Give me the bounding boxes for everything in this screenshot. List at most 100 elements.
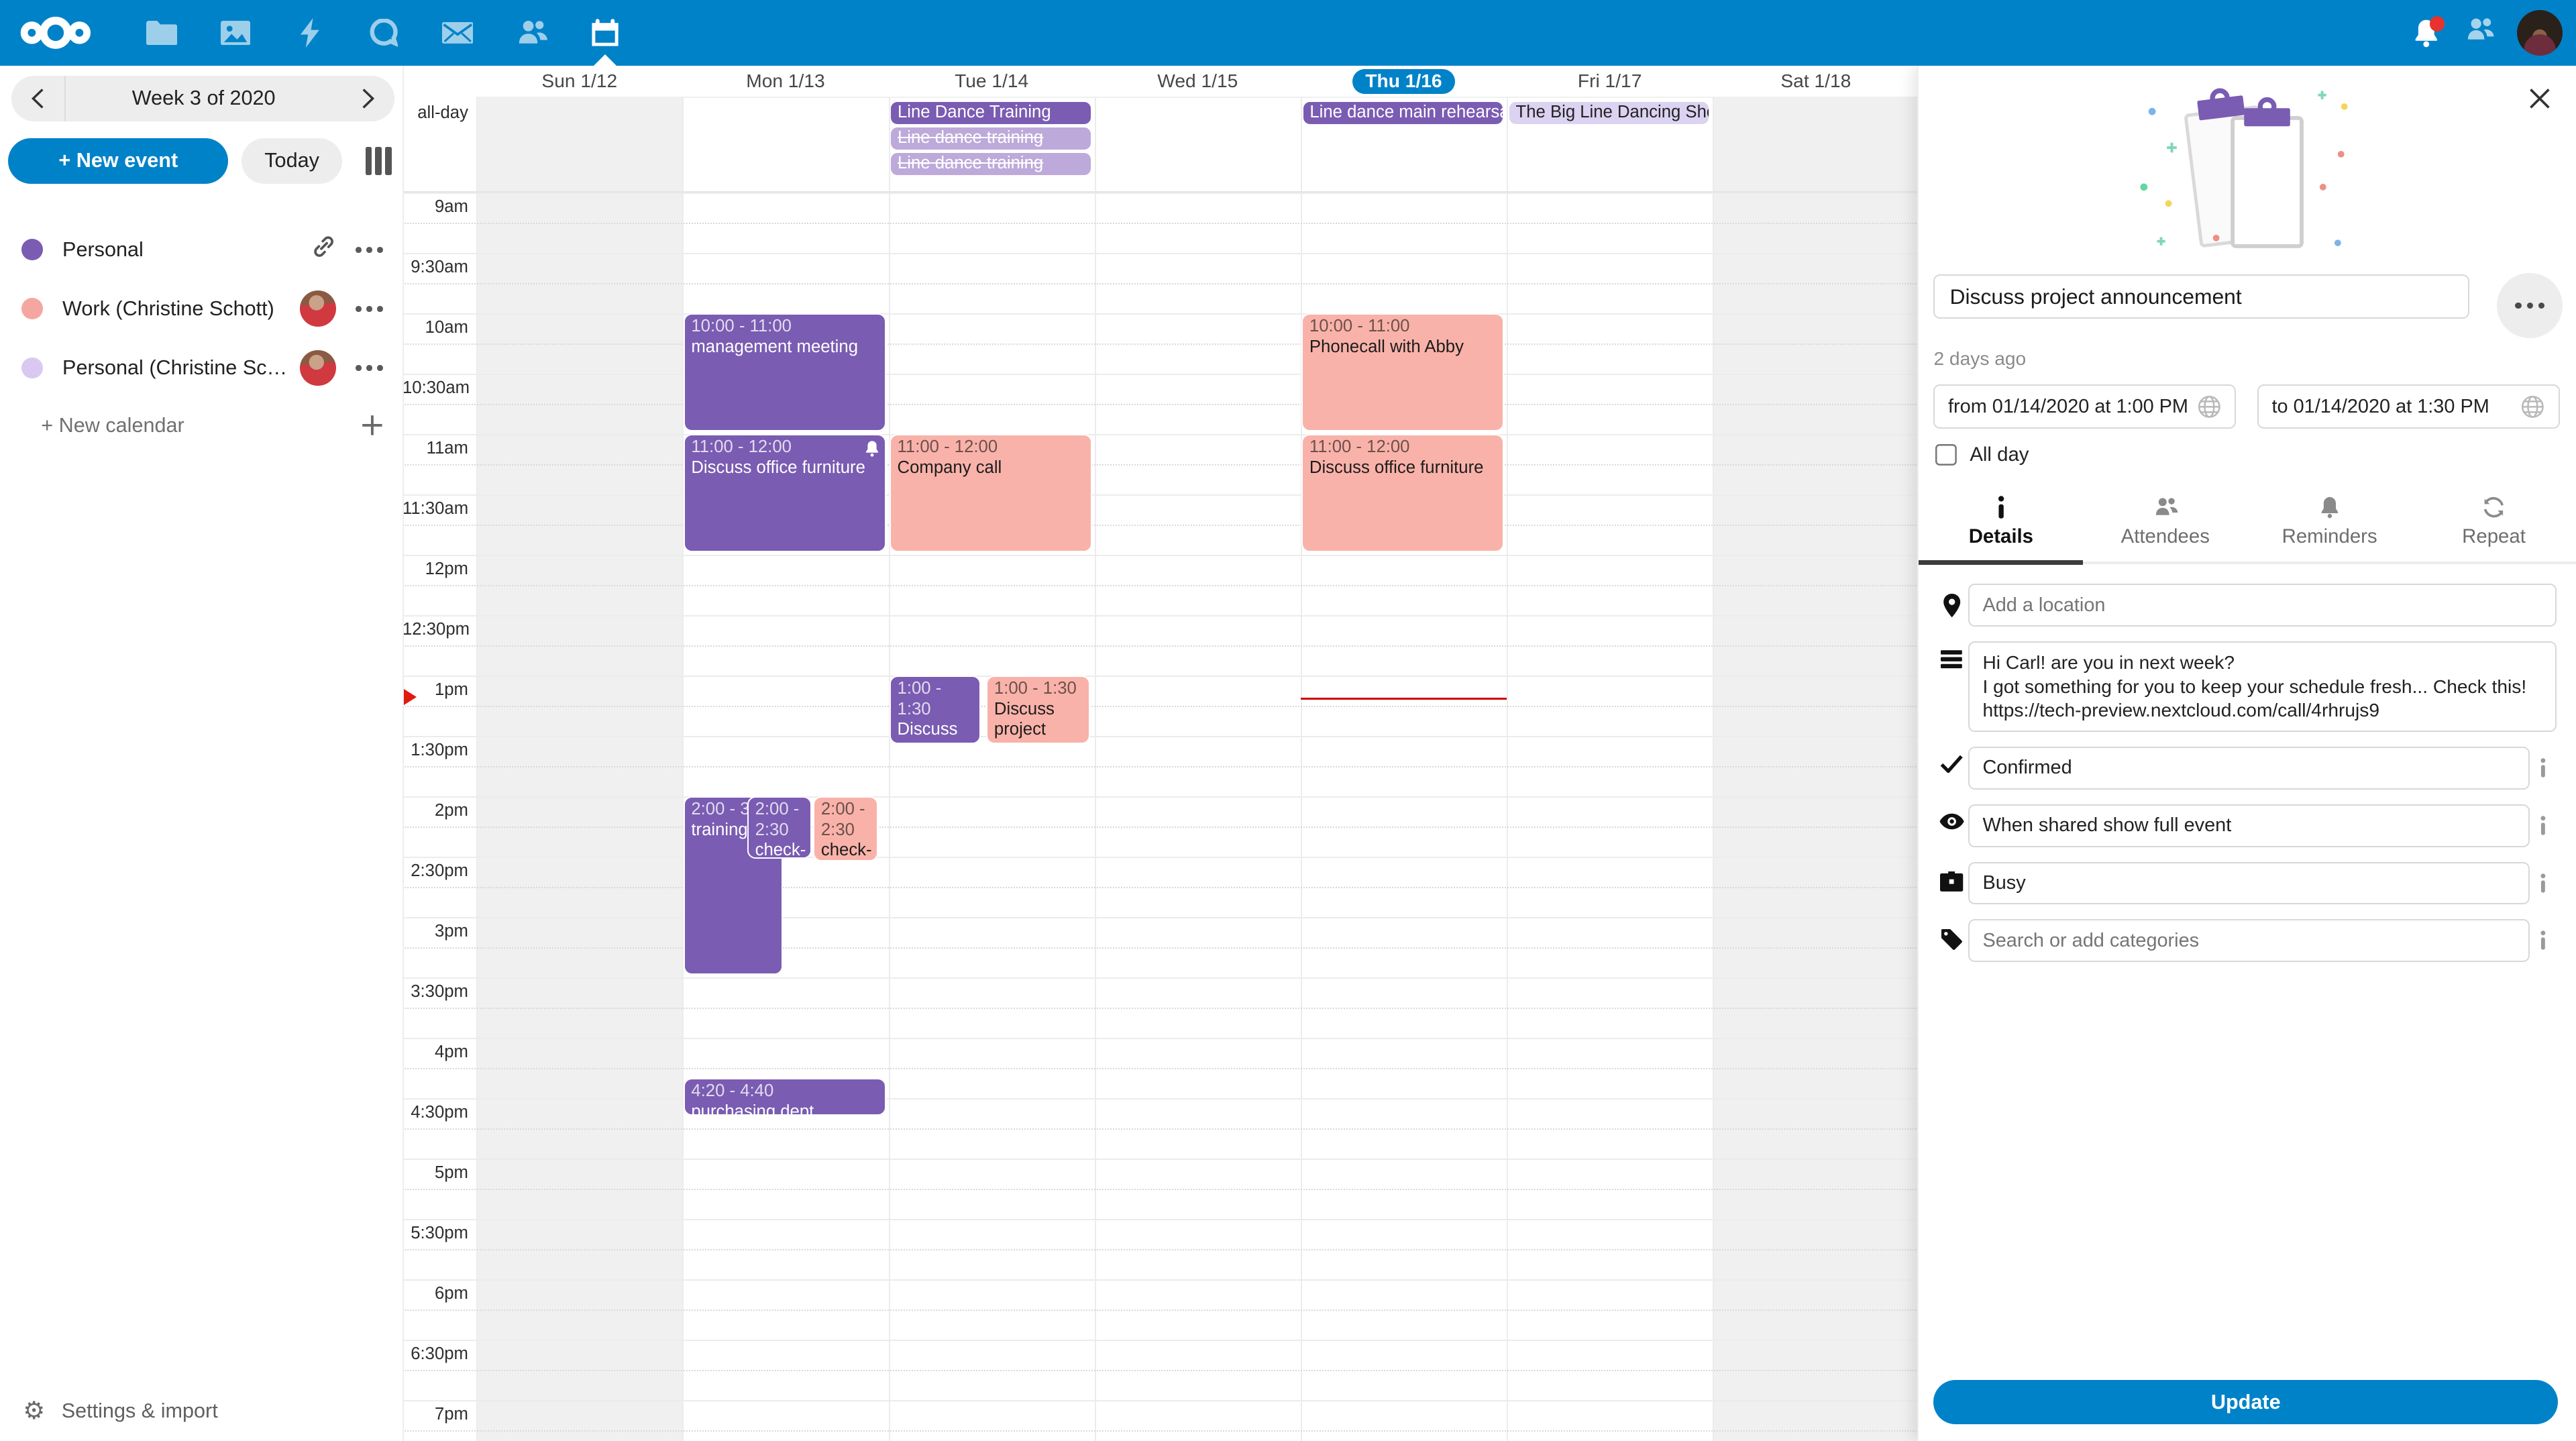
calendar-actions-icon[interactable]	[352, 362, 386, 374]
start-datetime-field[interactable]: from 01/14/2020 at 1:00 PM	[1933, 384, 2236, 429]
status-select[interactable]	[1968, 747, 2530, 790]
calendar-event[interactable]: 2:00 - 2:30check-in	[747, 796, 812, 859]
calendar-event[interactable]: 11:00 - 12:00Discuss office furniture	[684, 434, 886, 552]
new-calendar-label: + New calendar	[41, 414, 362, 437]
day-header: Mon 1/13	[682, 66, 888, 97]
contacts-menu-icon[interactable]	[2465, 15, 2498, 51]
allday-event[interactable]: Line dance training	[891, 153, 1090, 175]
calendar-event[interactable]: 11:00 - 12:00Discuss office furniture	[1301, 434, 1504, 552]
calendar-event[interactable]: 1:00 - 1:30Discuss project announcement	[890, 676, 981, 745]
nextcloud-logo-icon[interactable]	[19, 11, 92, 61]
categories-input[interactable]	[1968, 919, 2530, 962]
today-pill: Thu 1/16	[1352, 69, 1455, 94]
share-link-icon[interactable]	[311, 234, 336, 266]
repeat-icon	[2412, 494, 2576, 521]
allday-event[interactable]: The Big Line Dancing Show	[1509, 102, 1709, 124]
calendar-event[interactable]: 1:00 - 1:30Discuss project	[986, 676, 1090, 745]
app-contacts-icon[interactable]	[494, 0, 568, 66]
sidebar-actions: + New event Today	[8, 138, 394, 184]
tab-reminders[interactable]: Reminders	[2247, 486, 2412, 562]
topbar-right	[2408, 0, 2563, 66]
location-input[interactable]	[1968, 584, 2557, 627]
visibility-info-icon[interactable]	[2530, 816, 2556, 835]
event-title: check-in	[821, 840, 870, 861]
time-grid[interactable]: 9am9:30am10am10:30am11am11:30am12pm12:30…	[402, 193, 1919, 1441]
categories-info-icon[interactable]	[2530, 930, 2556, 950]
calendar-actions-icon[interactable]	[352, 244, 386, 256]
week-view-icon[interactable]	[366, 147, 392, 175]
status-info-icon[interactable]	[2530, 758, 2556, 778]
tab-repeat[interactable]: Repeat	[2412, 486, 2576, 562]
app-talk-icon[interactable]	[347, 0, 421, 66]
update-button[interactable]: Update	[1933, 1380, 2558, 1424]
calendar-event[interactable]: 10:00 - 11:00Phonecall with Abby	[1301, 313, 1504, 431]
calendar-actions-icon[interactable]	[352, 303, 386, 315]
current-time-arrow-icon	[404, 689, 417, 705]
time-label: 6:30pm	[402, 1344, 468, 1364]
timezone-globe-icon[interactable]	[2520, 394, 2545, 419]
description-textarea[interactable]: Hi Carl! are you in next week? I got som…	[1968, 641, 2557, 732]
busy-info-icon[interactable]	[2530, 873, 2556, 893]
calendar-event[interactable]: 4:20 - 4:40purchasing dept	[684, 1078, 886, 1116]
calendar-event[interactable]: 10:00 - 11:00management meeting	[684, 313, 886, 431]
previous-week-button[interactable]	[11, 76, 64, 122]
allday-row: all-day Line Dance TrainingLine dance tr…	[402, 97, 1919, 192]
all-day-checkbox[interactable]	[1935, 444, 1957, 466]
event-illustration	[2108, 85, 2387, 258]
calendar-app: Week 3 of 2020 + New event Today Persona…	[0, 0, 2576, 1441]
calendar-list: Personal Work (Christine Schott) P	[0, 220, 402, 453]
event-time: 4:20 - 4:40	[691, 1081, 878, 1102]
app-activity-icon[interactable]	[273, 0, 347, 66]
all-day-label: All day	[1970, 443, 2029, 466]
visibility-select[interactable]	[1968, 804, 2530, 847]
new-event-button[interactable]: + New event	[8, 138, 228, 184]
date-range-row: from 01/14/2020 at 1:00 PM to 01/14/2020…	[1933, 384, 2559, 429]
today-button[interactable]: Today	[241, 138, 342, 184]
app-mail-icon[interactable]	[421, 0, 494, 66]
end-datetime-field[interactable]: to 01/14/2020 at 1:30 PM	[2257, 384, 2560, 429]
event-title-input[interactable]	[1933, 274, 2469, 319]
event-time: 11:00 - 12:00	[898, 437, 1085, 458]
time-label: 3pm	[402, 922, 468, 941]
allday-event[interactable]: Line dance training	[891, 127, 1090, 150]
notifications-bell-icon[interactable]	[2408, 15, 2445, 51]
all-day-checkbox-row: All day	[1935, 443, 2576, 466]
app-calendar-icon[interactable]	[568, 0, 642, 66]
app-photos-icon[interactable]	[199, 0, 272, 66]
tag-icon	[1935, 928, 1968, 951]
calendar-item-personal[interactable]: Personal	[0, 220, 402, 279]
calendar-item-personal-christine[interactable]: Personal (Christine Schott)	[0, 338, 402, 397]
visibility-row	[1935, 804, 2557, 847]
allday-event[interactable]: Line dance main rehearsal	[1303, 102, 1503, 124]
editor-tabs: Details Attendees Reminders Repeat	[1919, 486, 2576, 564]
new-calendar-button[interactable]: + New calendar	[0, 398, 402, 453]
day-header: Wed 1/15	[1095, 66, 1301, 97]
shared-by-avatar	[300, 350, 336, 386]
time-label: 11:30am	[402, 499, 468, 519]
categories-row	[1935, 919, 2557, 962]
user-avatar[interactable]	[2517, 10, 2563, 56]
week-label[interactable]: Week 3 of 2020	[66, 87, 341, 110]
settings-import-button[interactable]: ⚙ Settings & import	[0, 1382, 241, 1441]
settings-label: Settings & import	[62, 1399, 218, 1423]
time-label: 4pm	[402, 1043, 468, 1062]
tab-attendees[interactable]: Attendees	[2083, 486, 2247, 562]
event-title: management meeting	[691, 337, 878, 358]
busy-row	[1935, 862, 2557, 905]
calendar-item-work-christine[interactable]: Work (Christine Schott)	[0, 279, 402, 338]
busy-select[interactable]	[1968, 862, 2530, 905]
timezone-globe-icon[interactable]	[2197, 394, 2222, 419]
close-icon[interactable]	[2525, 84, 2555, 113]
calendar-event[interactable]: 2:00 - 2:30check-in	[813, 796, 877, 862]
time-label: 7pm	[402, 1405, 468, 1424]
allday-event[interactable]: Line Dance Training	[891, 102, 1090, 124]
app-files-icon[interactable]	[125, 0, 199, 66]
event-title: purchasing dept	[691, 1102, 878, 1116]
time-label: 10:30am	[402, 378, 468, 398]
calendar-event[interactable]: 11:00 - 12:00Company call	[890, 434, 1092, 552]
next-week-button[interactable]	[341, 76, 394, 122]
tab-details[interactable]: Details	[1919, 486, 2083, 562]
event-more-actions-button[interactable]	[2497, 273, 2563, 339]
last-modified-text: 2 days ago	[1933, 348, 2561, 370]
event-time: 11:00 - 12:00	[1309, 437, 1497, 458]
